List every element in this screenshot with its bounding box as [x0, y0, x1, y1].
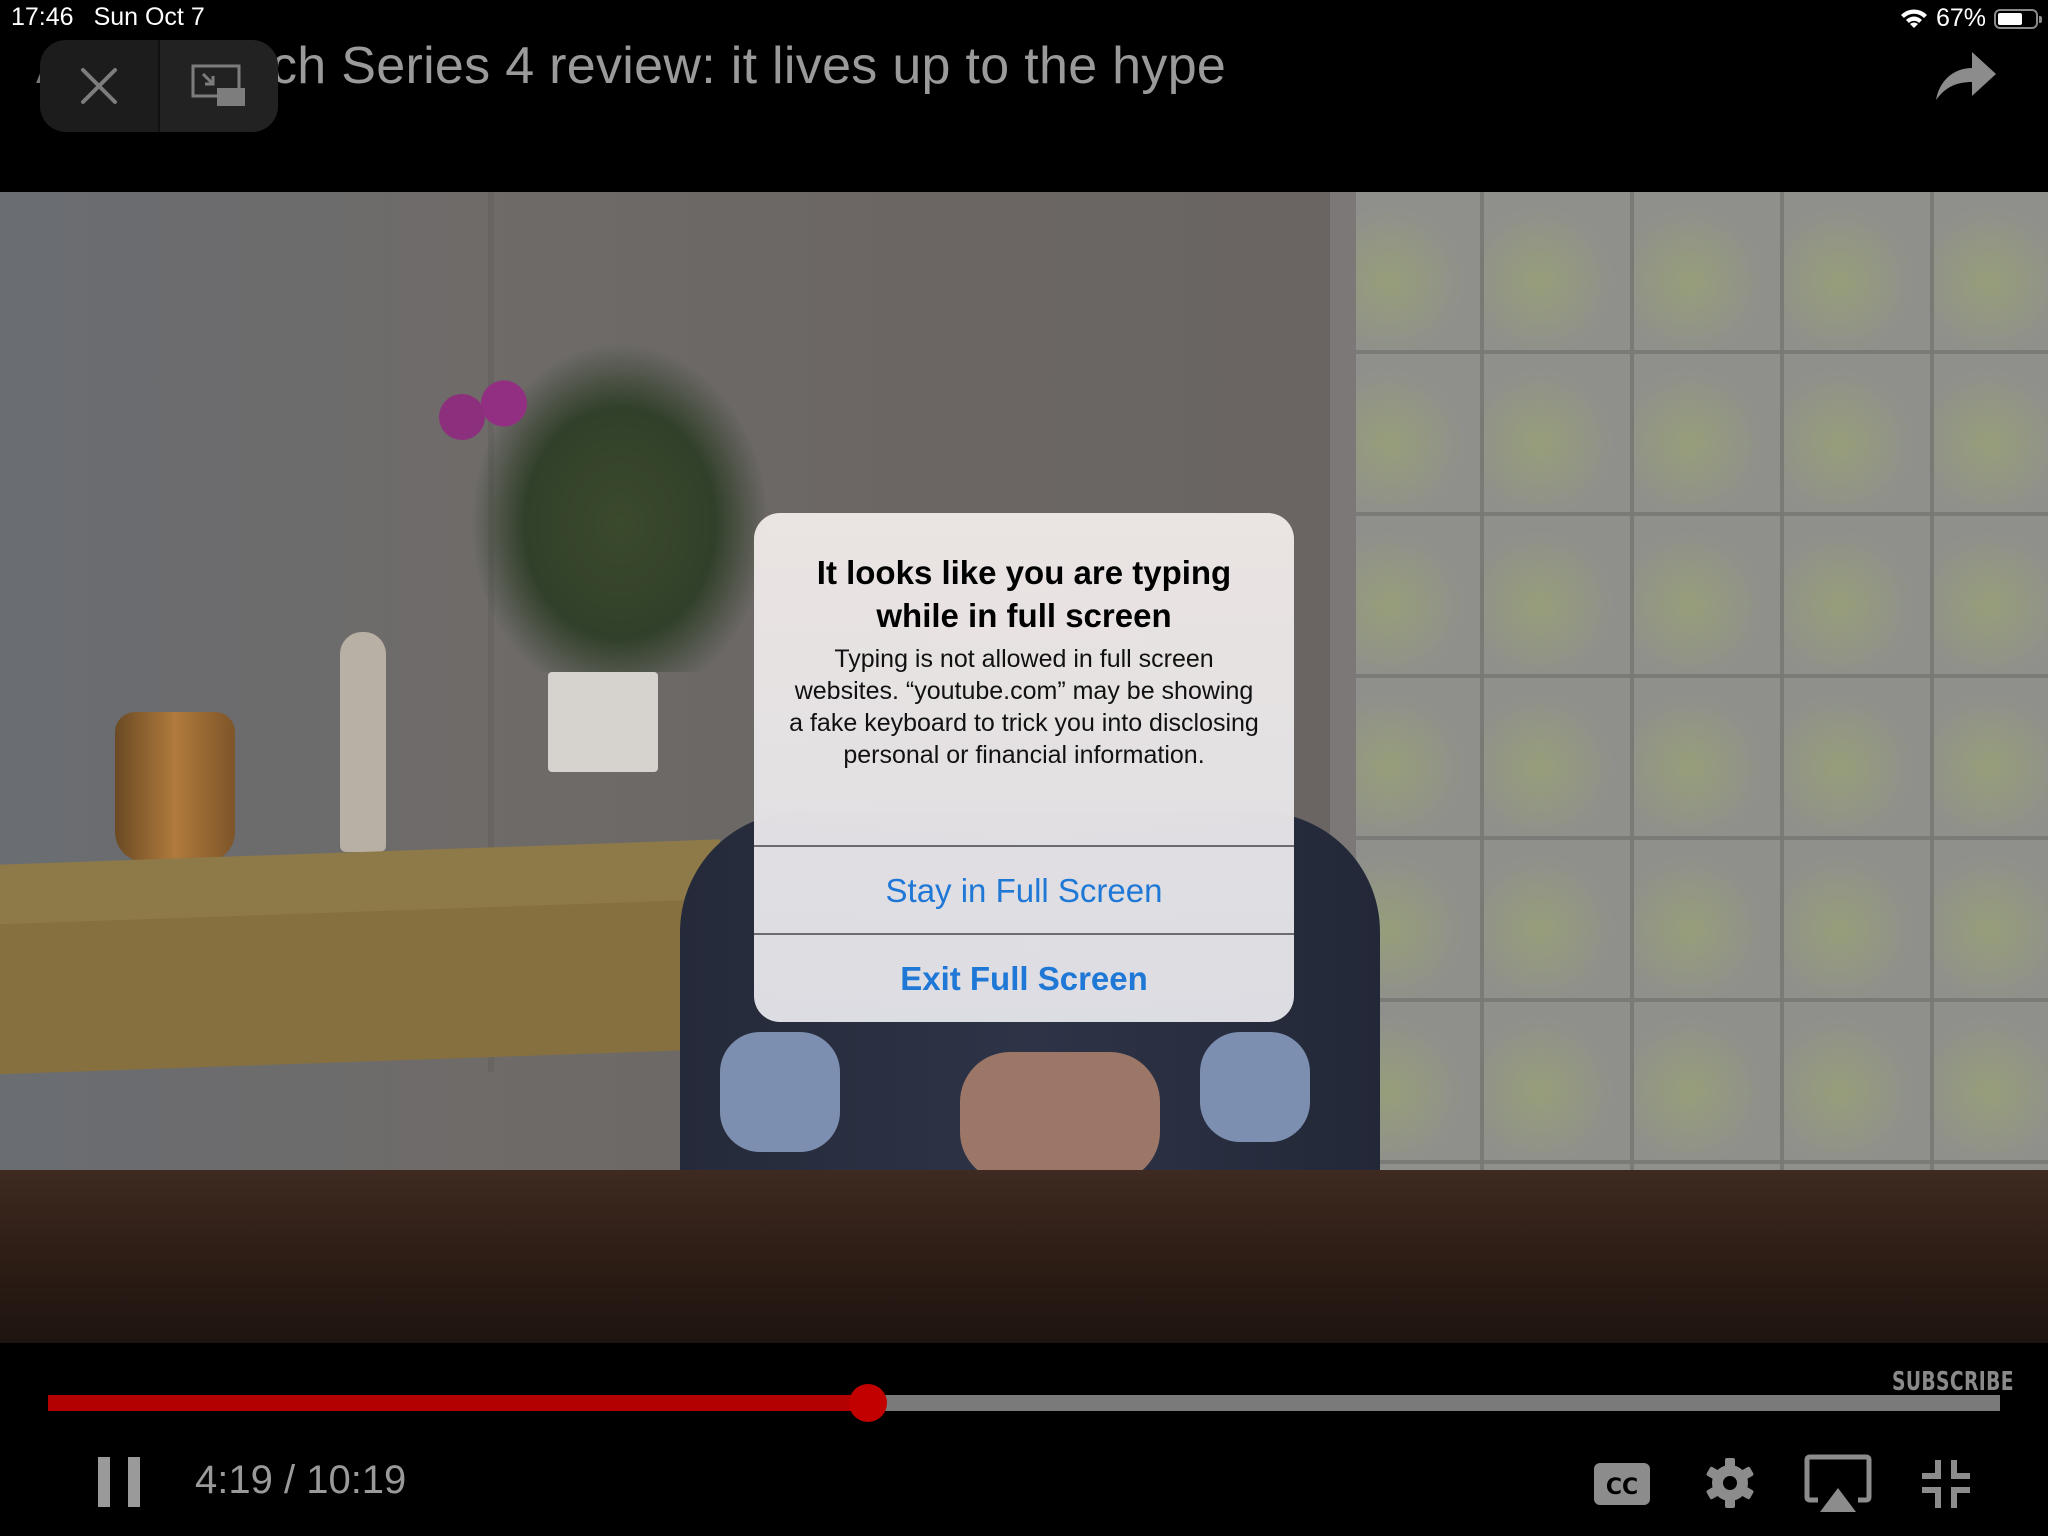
pause-icon	[98, 1457, 110, 1507]
time-display: 4:19 / 10:19	[195, 1458, 407, 1502]
presenter-cuff-left	[720, 1032, 840, 1152]
duration: 10:19	[306, 1458, 407, 1502]
subscribe-watermark[interactable]: SUBSCRIBE	[1892, 1367, 2014, 1397]
presenter-cuff-right	[1200, 1032, 1310, 1142]
exit-full-screen-button[interactable]: Exit Full Screen	[754, 935, 1294, 1022]
shelf-front	[0, 899, 700, 1075]
progress-scrubber-handle[interactable]	[848, 1384, 887, 1422]
fullscreen-typing-alert: It looks like you are typing while in fu…	[754, 513, 1294, 1022]
status-time: 17:46	[11, 3, 74, 31]
share-arrow-icon[interactable]	[1934, 48, 1998, 104]
battery-percent: 67%	[1935, 4, 1986, 32]
alert-title: It looks like you are typing while in fu…	[816, 554, 1232, 634]
cc-label: CC	[1606, 1475, 1638, 1500]
current-time: 4:19	[195, 1458, 273, 1502]
close-button[interactable]	[40, 40, 158, 132]
battery-level	[1998, 12, 2023, 25]
settings-gear-icon[interactable]	[1704, 1452, 1756, 1514]
closed-captions-icon[interactable]: CC	[1594, 1452, 1650, 1514]
vase	[340, 632, 386, 852]
alert-message: Typing is not allowed in full screen web…	[789, 645, 1259, 769]
battery-icon	[1994, 8, 2042, 29]
status-bar-left: 17:46 Sun Oct 7	[11, 3, 225, 32]
presenter-hands	[960, 1052, 1160, 1182]
copper-pitcher	[115, 712, 235, 862]
pause-button[interactable]	[98, 1457, 140, 1507]
stay-in-full-screen-button[interactable]: Stay in Full Screen	[754, 847, 1294, 935]
glass-block-wall	[1330, 192, 2048, 1172]
progress-played	[48, 1395, 868, 1411]
airplay-icon[interactable]	[1804, 1452, 1872, 1514]
plant-pot	[548, 672, 658, 772]
status-date: Sun Oct 7	[93, 3, 205, 31]
fullscreen-control-pill	[40, 40, 278, 132]
progress-bar[interactable]	[48, 1384, 2000, 1422]
pause-icon-bar	[128, 1457, 140, 1507]
wooden-table	[0, 1170, 2048, 1343]
exit-fullscreen-icon[interactable]	[1920, 1452, 1972, 1514]
video-title-text: ch Series 4 review: it lives up to the h…	[270, 37, 1227, 95]
wifi-icon	[1900, 8, 1927, 28]
picture-in-picture-button[interactable]	[158, 40, 278, 132]
close-icon	[81, 68, 117, 104]
status-bar-right: 67%	[1900, 4, 2042, 33]
orchid	[420, 372, 540, 462]
picture-in-picture-icon	[191, 64, 245, 106]
